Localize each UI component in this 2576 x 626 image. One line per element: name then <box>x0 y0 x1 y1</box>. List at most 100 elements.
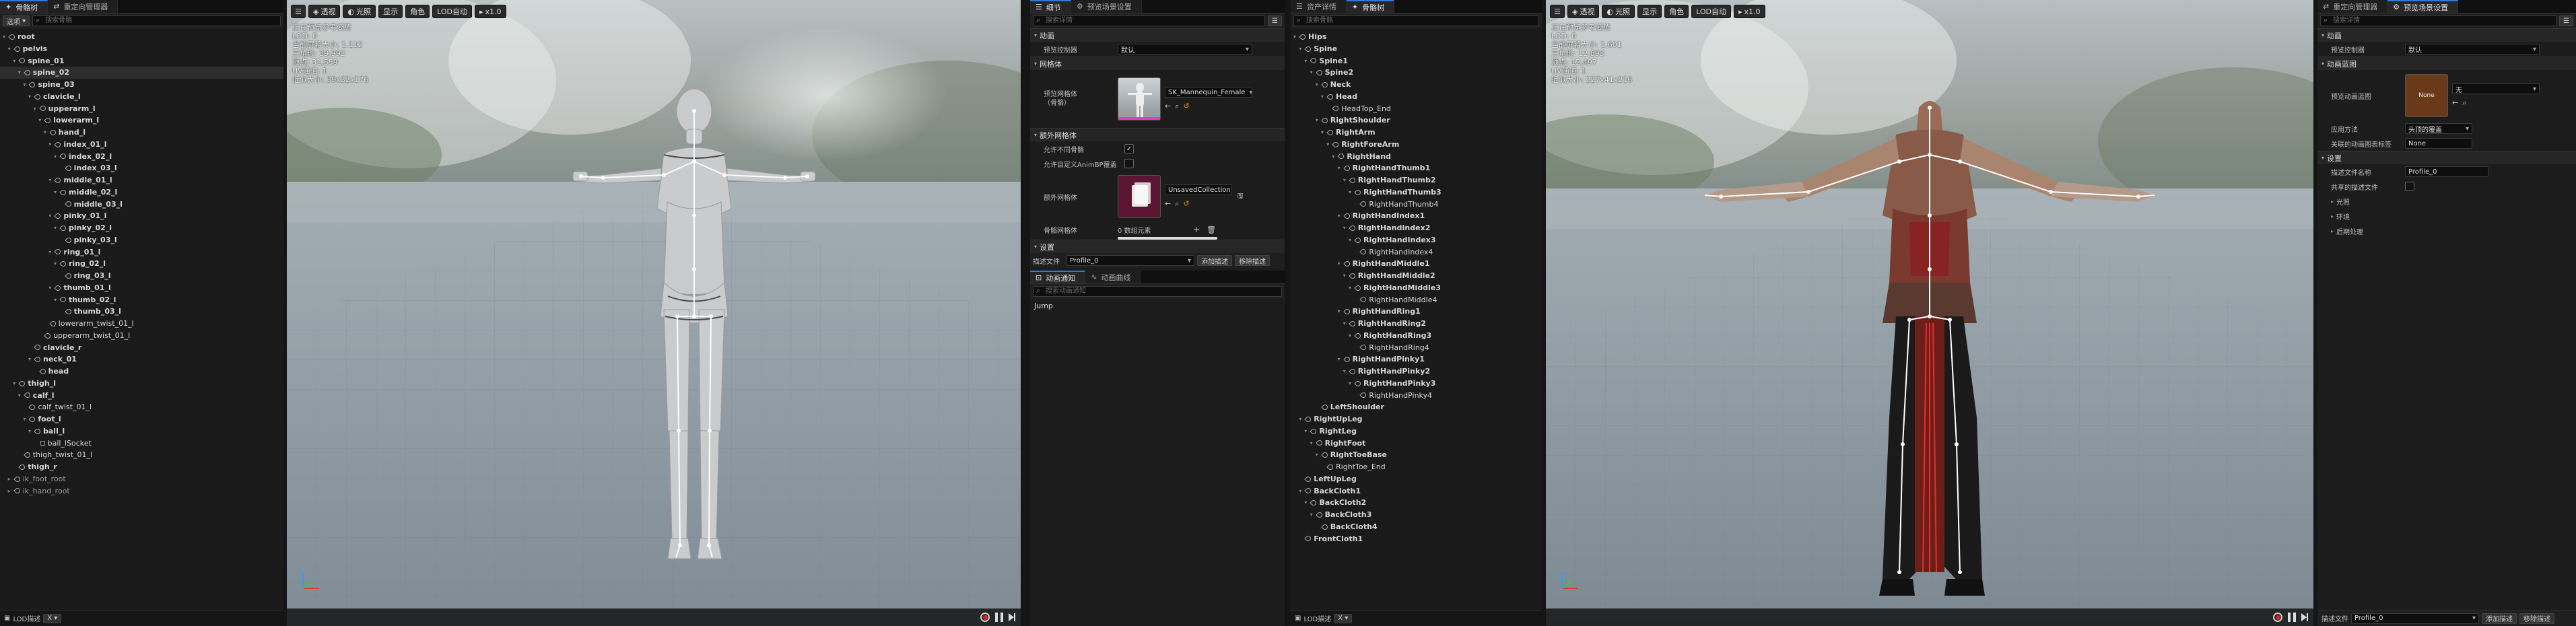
lod-dropdown[interactable]: X ▾ <box>1334 613 1353 623</box>
bone-tree-row[interactable]: ▾ neck_01 <box>0 353 283 366</box>
environment-row[interactable]: ▸ 环境 <box>2317 209 2576 223</box>
browse-icon[interactable]: ⌕ <box>2462 98 2466 108</box>
bone-tree-row[interactable]: ▾ thumb_01_l <box>0 282 283 294</box>
viewport-mannequin[interactable]: ☰ ◈ 透视 ◐ 光照 显示 角色 LOD自动 ▸ x1.0 正在预览参考姿势 LOD… <box>287 0 1021 626</box>
bone-tree-row[interactable]: ▾ foot_l <box>0 413 283 425</box>
bone-tree-row[interactable]: ▾ index_02_l <box>0 151 283 163</box>
skip-icon[interactable] <box>2301 613 2308 621</box>
preview-search-input[interactable]: 搜索详情 <box>2320 15 2557 26</box>
bone-tree-row[interactable]: ▾ middle_02_l <box>0 186 283 199</box>
bone-tree-row[interactable]: RightHandThumb4 <box>1291 199 1542 211</box>
lighting-row[interactable]: ▸ 光照 <box>2317 194 2576 209</box>
expand-arrow-icon[interactable]: ▾ <box>1349 282 1354 294</box>
expand-arrow-icon[interactable]: ▾ <box>23 79 28 91</box>
bone-tree-row[interactable]: ▾ RightUpLeg <box>1291 413 1542 425</box>
bone-tree-row[interactable]: lowerarm_twist_01_l <box>0 318 283 330</box>
bone-tree-row[interactable]: ▸ ik_hand_root <box>0 485 283 497</box>
bone-tree-row[interactable]: ▾ spine_01 <box>0 55 283 67</box>
expand-arrow-icon[interactable]: ▾ <box>28 425 34 438</box>
bone-tree-row[interactable]: ▾ Neck <box>1291 79 1542 91</box>
lit-button[interactable]: ◐ 光照 <box>343 5 376 18</box>
expand-arrow-icon[interactable]: ▾ <box>48 246 54 258</box>
allow-custom-anim-bp-checkbox[interactable] <box>1124 159 1134 168</box>
section-additional-meshes[interactable]: ▾ 额外网格体 <box>1030 128 1285 141</box>
expand-arrow-icon[interactable]: ▾ <box>1321 91 1326 103</box>
bone-tree-row[interactable]: ▾ RightHandRing3 <box>1291 330 1542 342</box>
bone-tree-row[interactable]: FrontCloth1 <box>1291 533 1542 545</box>
bone-tree-row[interactable]: ▾ RightLeg <box>1291 425 1542 438</box>
lod-button[interactable]: LOD自动 <box>1691 5 1731 18</box>
record-icon[interactable] <box>980 613 990 622</box>
bone-tree-row[interactable]: ▾ middle_01_l <box>0 174 283 186</box>
expand-arrow-icon[interactable]: ▾ <box>1343 222 1349 234</box>
expand-arrow-icon[interactable]: ▾ <box>1316 114 1321 127</box>
bone-tree-row[interactable]: ▾ hand_l <box>0 127 283 139</box>
expand-arrow-icon[interactable]: ▾ <box>54 186 59 199</box>
expand-arrow-icon[interactable]: ▾ <box>44 127 49 139</box>
speed-button[interactable]: ▸ x1.0 <box>474 5 506 18</box>
bone-tree-row[interactable]: upperarm_twist_01_l <box>0 330 283 342</box>
section-anim-blueprint[interactable]: ▾ 动画蓝图 <box>2317 57 2576 70</box>
expand-arrow-icon[interactable]: ▾ <box>23 413 28 425</box>
bone-tree-row[interactable]: pinky_03_l <box>0 234 283 246</box>
apply-method-dropdown[interactable]: 头顶的覆盖 <box>2405 123 2472 134</box>
profile-name-input[interactable]: Profile_0 <box>2405 166 2488 177</box>
expand-arrow-icon[interactable]: ▾ <box>1349 378 1354 390</box>
show-button[interactable]: 显示 <box>1637 5 1662 18</box>
expand-arrow-icon[interactable]: ▾ <box>18 390 24 402</box>
expand-arrow-icon[interactable]: ▾ <box>1343 174 1349 186</box>
expand-arrow-icon[interactable]: ▾ <box>54 294 59 306</box>
bone-tree-row[interactable]: ▾ RightHandIndex1 <box>1291 210 1542 222</box>
expand-arrow-icon[interactable]: ▾ <box>1343 318 1349 330</box>
preview-mesh-dropdown[interactable]: SK_Mannequin_Female <box>1165 87 1252 98</box>
bone-tree-row[interactable]: ▾ RightHandRing1 <box>1291 306 1542 318</box>
bone-tree-row[interactable]: ▾ clavicle_l <box>0 91 283 103</box>
collection-thumbnail[interactable] <box>1118 175 1161 218</box>
delete-icon[interactable]: 🗑 <box>1207 225 1216 234</box>
expand-arrow-icon[interactable]: ▾ <box>1338 162 1343 174</box>
expand-arrow-icon[interactable]: ▾ <box>1338 210 1343 222</box>
view-options-icon[interactable]: ☰ <box>1268 15 1282 26</box>
section-settings[interactable]: ▾ 设置 <box>2317 151 2576 164</box>
section-settings[interactable]: ▾ 设置 <box>1030 240 1285 253</box>
reset-icon[interactable]: ↺ <box>1183 199 1189 209</box>
bone-tree-row[interactable]: ▾ calf_l <box>0 390 283 402</box>
bone-tree-row[interactable]: ▾ RightHandMiddle2 <box>1291 270 1542 282</box>
lit-button[interactable]: ◐ 光照 <box>1602 5 1635 18</box>
list-item[interactable]: Jump <box>1034 302 1281 312</box>
tab-retarget-manager[interactable]: ⇄ 重定向管理器 <box>48 0 118 13</box>
bone-tree-row[interactable]: RightHandPinky4 <box>1291 390 1542 402</box>
bone-tree-row[interactable]: ▾ RightToeBase <box>1291 449 1542 461</box>
profile-dropdown[interactable]: Profile_0 <box>2351 613 2479 624</box>
section-animation[interactable]: ▾ 动画 <box>2317 28 2576 42</box>
pause-icon[interactable] <box>995 613 1003 622</box>
tab-skeleton-tree[interactable]: ✦ 骨骼树 <box>0 0 48 13</box>
bone-tree-row[interactable]: ▾ pinky_02_l <box>0 222 283 234</box>
expand-arrow-icon[interactable]: ▾ <box>1299 485 1304 497</box>
bone-tree-row[interactable]: LeftUpLeg <box>1291 473 1542 485</box>
expand-arrow-icon[interactable]: ▾ <box>1338 306 1343 318</box>
bone-tree-row[interactable]: RightHandMiddle4 <box>1291 294 1542 306</box>
expand-arrow-icon[interactable]: ▾ <box>54 222 59 234</box>
bone-tree-row[interactable]: index_03_l <box>0 162 283 174</box>
mutant-character[interactable] <box>1546 0 2313 626</box>
expand-arrow-icon[interactable]: ▾ <box>1338 258 1343 270</box>
add-profile-button[interactable]: 添加描述 <box>1197 255 1232 266</box>
bone-tree-row[interactable]: ▾ RightHandPinky3 <box>1291 378 1542 390</box>
bone-tree-row[interactable]: RightToe_End <box>1291 461 1542 473</box>
post-process-row[interactable]: ▸ 后期处理 <box>2317 223 2576 238</box>
bone-tree-row[interactable]: head <box>0 366 283 378</box>
menu-icon[interactable]: ☰ <box>291 5 306 18</box>
bone-tree-row[interactable]: ▾ RightHandIndex3 <box>1291 234 1542 246</box>
view-options-icon[interactable]: ☰ <box>2559 15 2573 26</box>
expand-arrow-icon[interactable]: ▾ <box>48 174 54 186</box>
linked-anim-input[interactable]: None <box>2405 138 2472 149</box>
bone-tree-row[interactable]: ▾ pinky_01_l <box>0 210 283 222</box>
bone-tree-row[interactable]: ▾ Spine1 <box>1291 55 1542 67</box>
expand-arrow-icon[interactable]: ▾ <box>1343 270 1349 282</box>
add-profile-button[interactable]: 添加描述 <box>2482 613 2517 624</box>
bone-tree-row[interactable]: ▾ RightHandThumb3 <box>1291 186 1542 199</box>
bone-tree-row[interactable]: RightHandIndex4 <box>1291 246 1542 258</box>
bone-tree-row[interactable]: ▾ RightHandThumb1 <box>1291 162 1542 174</box>
bone-tree-row[interactable]: ▾ thigh_l <box>0 378 283 390</box>
